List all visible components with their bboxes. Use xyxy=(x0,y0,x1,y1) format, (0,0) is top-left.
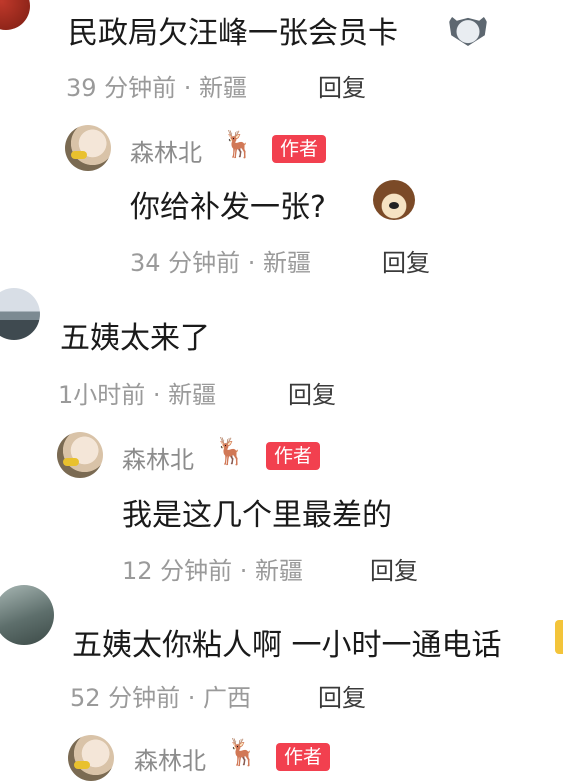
author-badge: 作者 xyxy=(272,135,327,163)
commenter-avatar[interactable] xyxy=(0,288,40,340)
wolf-face-icon xyxy=(448,13,488,46)
reply-button[interactable]: 回复 xyxy=(382,243,430,278)
deer-icon: 🦌 xyxy=(226,738,259,768)
comment-text: 民政局欠汪峰一张会员卡 xyxy=(68,16,398,51)
commenter-avatar[interactable] xyxy=(0,585,54,645)
comment-text: 五姨太你粘人啊 一小时一通电话 xyxy=(72,628,502,663)
author-name[interactable]: 森林北 xyxy=(130,133,202,168)
deer-icon: 🦌 xyxy=(214,437,247,467)
comment-meta: 39 分钟前 · 新疆 xyxy=(66,74,248,102)
comment-meta: 52 分钟前 · 广西 xyxy=(70,684,252,712)
author-avatar[interactable] xyxy=(57,432,103,478)
reply-button[interactable]: 回复 xyxy=(288,375,336,410)
reply-text: 我是这几个里最差的 xyxy=(122,498,392,533)
reply-meta: 12 分钟前 · 新疆 xyxy=(122,557,304,585)
comment-text: 五姨太来了 xyxy=(60,321,210,356)
deer-icon: 🦌 xyxy=(222,130,255,160)
dog-face-icon xyxy=(373,180,415,220)
author-avatar[interactable] xyxy=(65,125,111,171)
author-badge: 作者 xyxy=(276,743,331,771)
author-name[interactable]: 森林北 xyxy=(134,741,206,776)
comment-meta: 1小时前 · 新疆 xyxy=(58,381,217,409)
reply-meta: 34 分钟前 · 新疆 xyxy=(130,249,312,277)
emoji-icon xyxy=(555,620,563,654)
author-name[interactable]: 森林北 xyxy=(122,440,194,475)
author-badge: 作者 xyxy=(266,442,321,470)
reply-button[interactable]: 回复 xyxy=(370,551,418,586)
reply-button[interactable]: 回复 xyxy=(318,68,366,103)
commenter-avatar[interactable] xyxy=(0,0,30,30)
reply-text: 你给补发一张? xyxy=(130,190,326,225)
reply-button[interactable]: 回复 xyxy=(318,678,366,713)
author-avatar[interactable] xyxy=(68,735,114,781)
